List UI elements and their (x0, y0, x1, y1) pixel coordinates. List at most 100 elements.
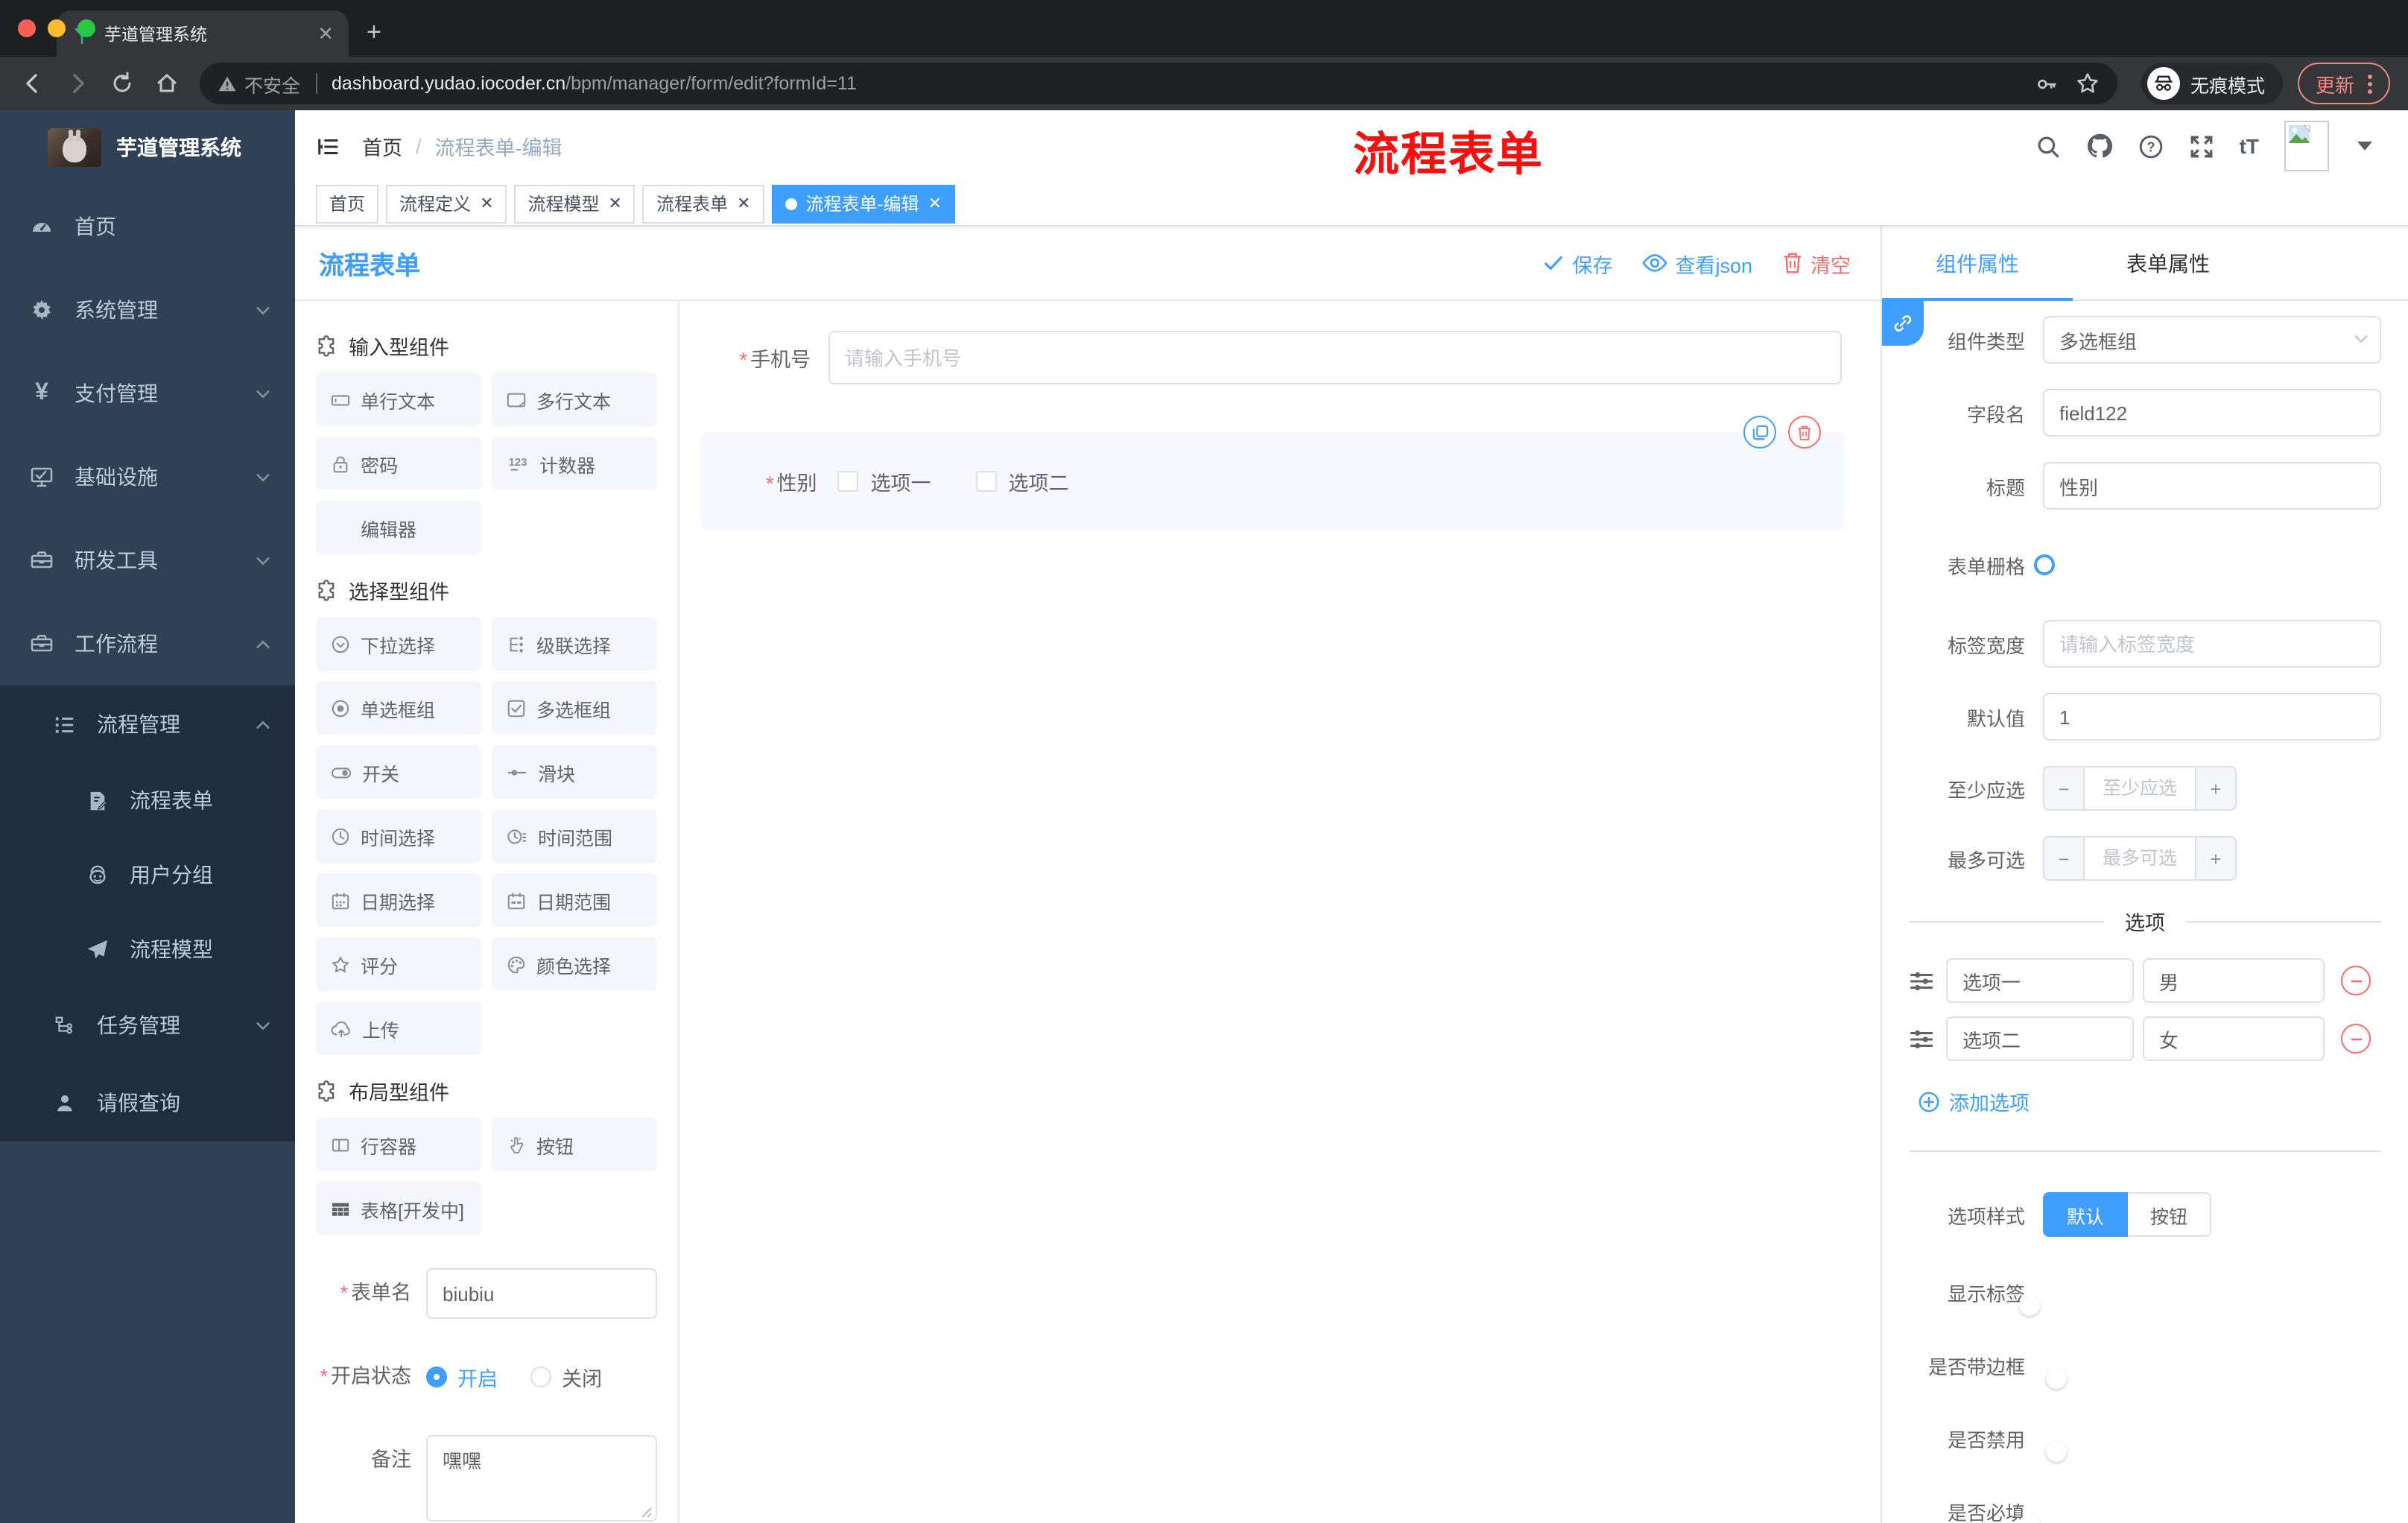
tag-process-definition[interactable]: 流程定义 ✕ (386, 184, 507, 223)
back-button[interactable] (12, 63, 54, 104)
delete-component-button[interactable] (1788, 416, 1821, 449)
palette-item-single-text[interactable]: 单行文本 (316, 373, 481, 426)
tag-close-icon[interactable]: ✕ (737, 194, 750, 213)
gender-option-2[interactable]: 选项二 (975, 466, 1069, 496)
palette-item-slider[interactable]: 滑块 (492, 745, 657, 799)
sidebar-item-process-management[interactable]: 流程管理 (0, 685, 295, 763)
tag-close-icon[interactable]: ✕ (928, 194, 941, 213)
password-key-icon[interactable] (2035, 72, 2058, 95)
fullscreen-icon[interactable] (2189, 133, 2214, 159)
gender-option-1[interactable]: 选项一 (837, 466, 931, 496)
stepper-minus-button[interactable]: − (2044, 838, 2085, 879)
phone-field-row[interactable]: * 手机号 (694, 331, 1863, 384)
tag-process-form[interactable]: 流程表单 ✕ (642, 184, 764, 223)
palette-item-row-container[interactable]: 行容器 (316, 1118, 481, 1171)
palette-item-rate[interactable]: 评分 (316, 937, 481, 991)
duplicate-component-button[interactable] (1743, 416, 1776, 449)
sidebar-item-infrastructure[interactable]: 基础设施 (0, 435, 295, 519)
form-name-input[interactable] (426, 1268, 657, 1319)
browser-update-button[interactable]: 更新 (2297, 63, 2390, 104)
remove-option-button[interactable] (2341, 966, 2371, 995)
palette-item-date-picker[interactable]: 日期选择 (316, 873, 481, 927)
sidebar-item-task-management[interactable]: 任务管理 (0, 987, 295, 1064)
tag-close-icon[interactable]: ✕ (480, 194, 493, 213)
tag-home[interactable]: 首页 (316, 184, 379, 223)
resize-grip-icon[interactable] (641, 1507, 653, 1519)
sidebar-item-devtools[interactable]: 研发工具 (0, 519, 295, 602)
font-size-icon[interactable]: tT (2240, 134, 2259, 158)
minimize-window-button[interactable] (48, 19, 66, 37)
tag-close-icon[interactable]: ✕ (609, 194, 622, 213)
palette-item-upload[interactable]: 上传 (316, 1001, 481, 1055)
default-value-input[interactable] (2043, 693, 2381, 741)
palette-item-button[interactable]: 按钮 (492, 1118, 657, 1171)
sidebar-item-user-groups[interactable]: 用户分组 (0, 838, 295, 912)
sidebar-item-workflow[interactable]: 工作流程 (0, 602, 295, 685)
checkbox-icon[interactable] (837, 471, 859, 492)
palette-item-date-range[interactable]: 日期范围 (492, 873, 657, 927)
tab-component-props[interactable]: 组件属性 (1882, 227, 2073, 300)
option-2-label-input[interactable] (1946, 1016, 2134, 1061)
browser-menu-icon[interactable] (2368, 74, 2372, 93)
option-2-value-input[interactable] (2143, 1016, 2325, 1061)
search-icon[interactable] (2035, 133, 2061, 159)
drag-handle-icon[interactable] (1909, 969, 1934, 992)
window-controls[interactable] (18, 19, 95, 37)
sidebar-toggle-icon[interactable] (316, 133, 341, 159)
close-window-button[interactable] (18, 19, 36, 37)
style-default-button[interactable]: 默认 (2043, 1192, 2129, 1237)
stepper-plus-button[interactable]: + (2195, 838, 2235, 879)
palette-item-radio-group[interactable]: 单选框组 (316, 681, 481, 735)
clear-button[interactable]: 清空 (1782, 248, 1851, 278)
security-warning[interactable]: 不安全 (218, 69, 300, 98)
sidebar-item-process-form[interactable]: 流程表单 (0, 763, 295, 838)
forward-button[interactable] (57, 63, 98, 104)
tag-process-form-edit[interactable]: 流程表单-编辑 ✕ (771, 184, 955, 223)
palette-item-time-picker[interactable]: 时间选择 (316, 809, 481, 863)
stepper-plus-button[interactable]: + (2195, 767, 2235, 809)
maximize-window-button[interactable] (77, 19, 95, 37)
palette-item-counter[interactable]: 123 计数器 (492, 437, 657, 490)
style-button-button[interactable]: 按钮 (2128, 1192, 2212, 1237)
remove-option-button[interactable] (2341, 1024, 2371, 1054)
palette-item-checkbox-group[interactable]: 多选框组 (492, 681, 657, 735)
tab-form-props[interactable]: 表单属性 (2073, 227, 2263, 300)
breadcrumb-home[interactable]: 首页 (362, 131, 402, 161)
app-logo[interactable]: 芋道管理系统 (0, 110, 295, 185)
sidebar-item-system[interactable]: 系统管理 (0, 268, 295, 352)
min-select-input[interactable] (2085, 767, 2195, 809)
phone-input[interactable] (828, 331, 1842, 384)
checkbox-icon[interactable] (975, 471, 997, 492)
option-1-label-input[interactable] (1946, 958, 2134, 1003)
github-icon[interactable] (2086, 133, 2113, 159)
palette-item-time-range[interactable]: 时间范围 (492, 809, 657, 863)
status-radio-closed[interactable]: 关闭 (530, 1362, 602, 1392)
link-anchor-button[interactable] (1882, 301, 1924, 346)
max-select-input[interactable] (2085, 838, 2195, 879)
sidebar-item-leave-query[interactable]: 请假查询 (0, 1064, 295, 1142)
browser-tab[interactable]: 芋道管理系统 ✕ (57, 10, 349, 57)
tab-close-icon[interactable]: ✕ (317, 24, 334, 43)
status-radio-open[interactable]: 开启 (426, 1362, 498, 1392)
sidebar-item-payment[interactable]: ¥ 支付管理 (0, 352, 295, 435)
component-type-select[interactable] (2043, 316, 2381, 364)
title-input[interactable] (2043, 462, 2381, 510)
home-button[interactable] (146, 63, 188, 104)
palette-item-cascader[interactable]: 级联选择 (492, 617, 657, 671)
palette-item-password[interactable]: 密码 (316, 437, 481, 490)
avatar-caret-icon[interactable] (2357, 142, 2372, 151)
save-button[interactable]: 保存 (1542, 248, 1612, 278)
avatar[interactable] (2284, 121, 2329, 171)
stepper-minus-button[interactable]: − (2044, 767, 2085, 809)
slider-handle[interactable] (2034, 554, 2055, 575)
field-name-input[interactable] (2043, 389, 2381, 437)
add-option-button[interactable]: 添加选项 (1918, 1086, 2381, 1116)
sidebar-item-process-model[interactable]: 流程模型 (0, 912, 295, 987)
sidebar-item-home[interactable]: 首页 (0, 185, 295, 268)
gender-field-block-selected[interactable]: * 性别 选项一 选项二 (700, 416, 1845, 531)
option-1-value-input[interactable] (2143, 958, 2325, 1003)
view-json-button[interactable]: 查看json (1642, 248, 1752, 278)
tag-process-model[interactable]: 流程模型 ✕ (514, 184, 636, 223)
new-tab-button[interactable]: + (367, 18, 381, 48)
form-remark-textarea[interactable]: 嘿嘿 (426, 1435, 657, 1522)
